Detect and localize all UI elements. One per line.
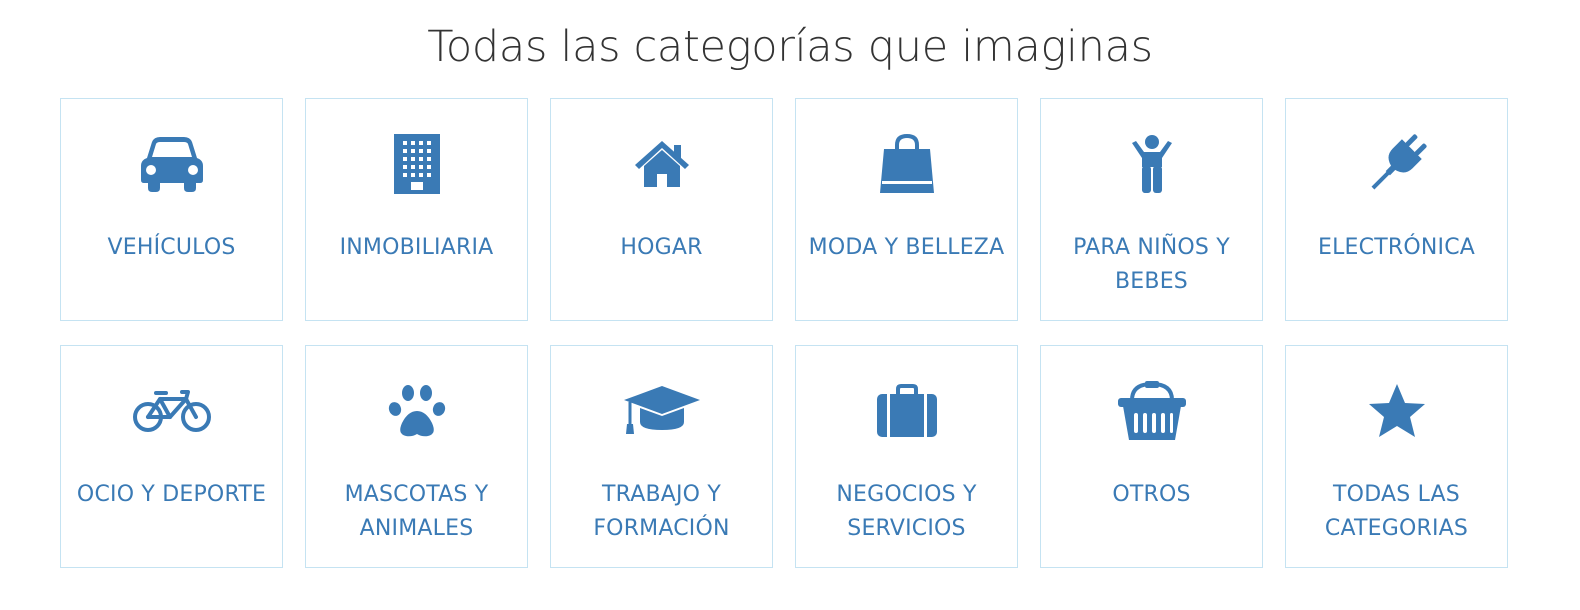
plug-icon [1286,131,1507,197]
category-label: HOGAR [620,235,703,260]
category-card-hogar[interactable]: HOGAR [550,98,773,321]
category-label: OTROS [1112,482,1191,507]
building-icon [306,131,527,197]
shopping-bag-icon [796,131,1017,197]
category-label: OCIO Y DEPORTE [76,482,267,507]
category-label: NEGOCIOS Y SERVICIOS [836,482,977,541]
briefcase-icon [796,378,1017,444]
category-card-moda-y-belleza[interactable]: MODA Y BELLEZA [795,98,1018,321]
category-card-mascotas-y-animales[interactable]: MASCOTAS Y ANIMALES [305,345,528,568]
car-icon [61,131,282,197]
category-label: TODAS LAS CATEGORIAS [1324,482,1469,541]
category-label: ELECTRÓNICA [1317,235,1476,260]
basket-icon [1041,378,1262,444]
category-card-otros[interactable]: OTROS [1040,345,1263,568]
category-label: VEHÍCULOS [107,235,236,260]
home-icon [551,131,772,197]
category-card-vehiculos[interactable]: VEHÍCULOS [60,98,283,321]
paw-icon [306,378,527,444]
page-title: Todas las categorías que imaginas [427,22,1153,72]
category-card-electronica[interactable]: ELECTRÓNICA [1285,98,1508,321]
category-label: INMOBILIARIA [339,235,494,260]
category-card-ocio-y-deporte[interactable]: OCIO Y DEPORTE [60,345,283,568]
star-icon [1286,378,1507,444]
category-label: MODA Y BELLEZA [808,235,1005,260]
category-card-todas-las-categorias[interactable]: TODAS LAS CATEGORIAS [1285,345,1508,568]
child-icon [1041,131,1262,197]
category-grid: VEHÍCULOS INMOBILIARIA HOGAR MODA Y BELL… [60,98,1508,568]
bicycle-icon [61,378,282,444]
category-card-ninos-y-bebes[interactable]: PARA NIÑOS Y BEBES [1040,98,1263,321]
category-card-inmobiliaria[interactable]: INMOBILIARIA [305,98,528,321]
category-label: MASCOTAS Y ANIMALES [344,482,489,541]
category-card-trabajo-y-formacion[interactable]: TRABAJO Y FORMACIÓN [550,345,773,568]
category-label: TRABAJO Y FORMACIÓN [593,482,730,541]
category-card-negocios-y-servicios[interactable]: NEGOCIOS Y SERVICIOS [795,345,1018,568]
category-label: PARA NIÑOS Y BEBES [1073,235,1230,294]
graduation-cap-icon [551,378,772,444]
